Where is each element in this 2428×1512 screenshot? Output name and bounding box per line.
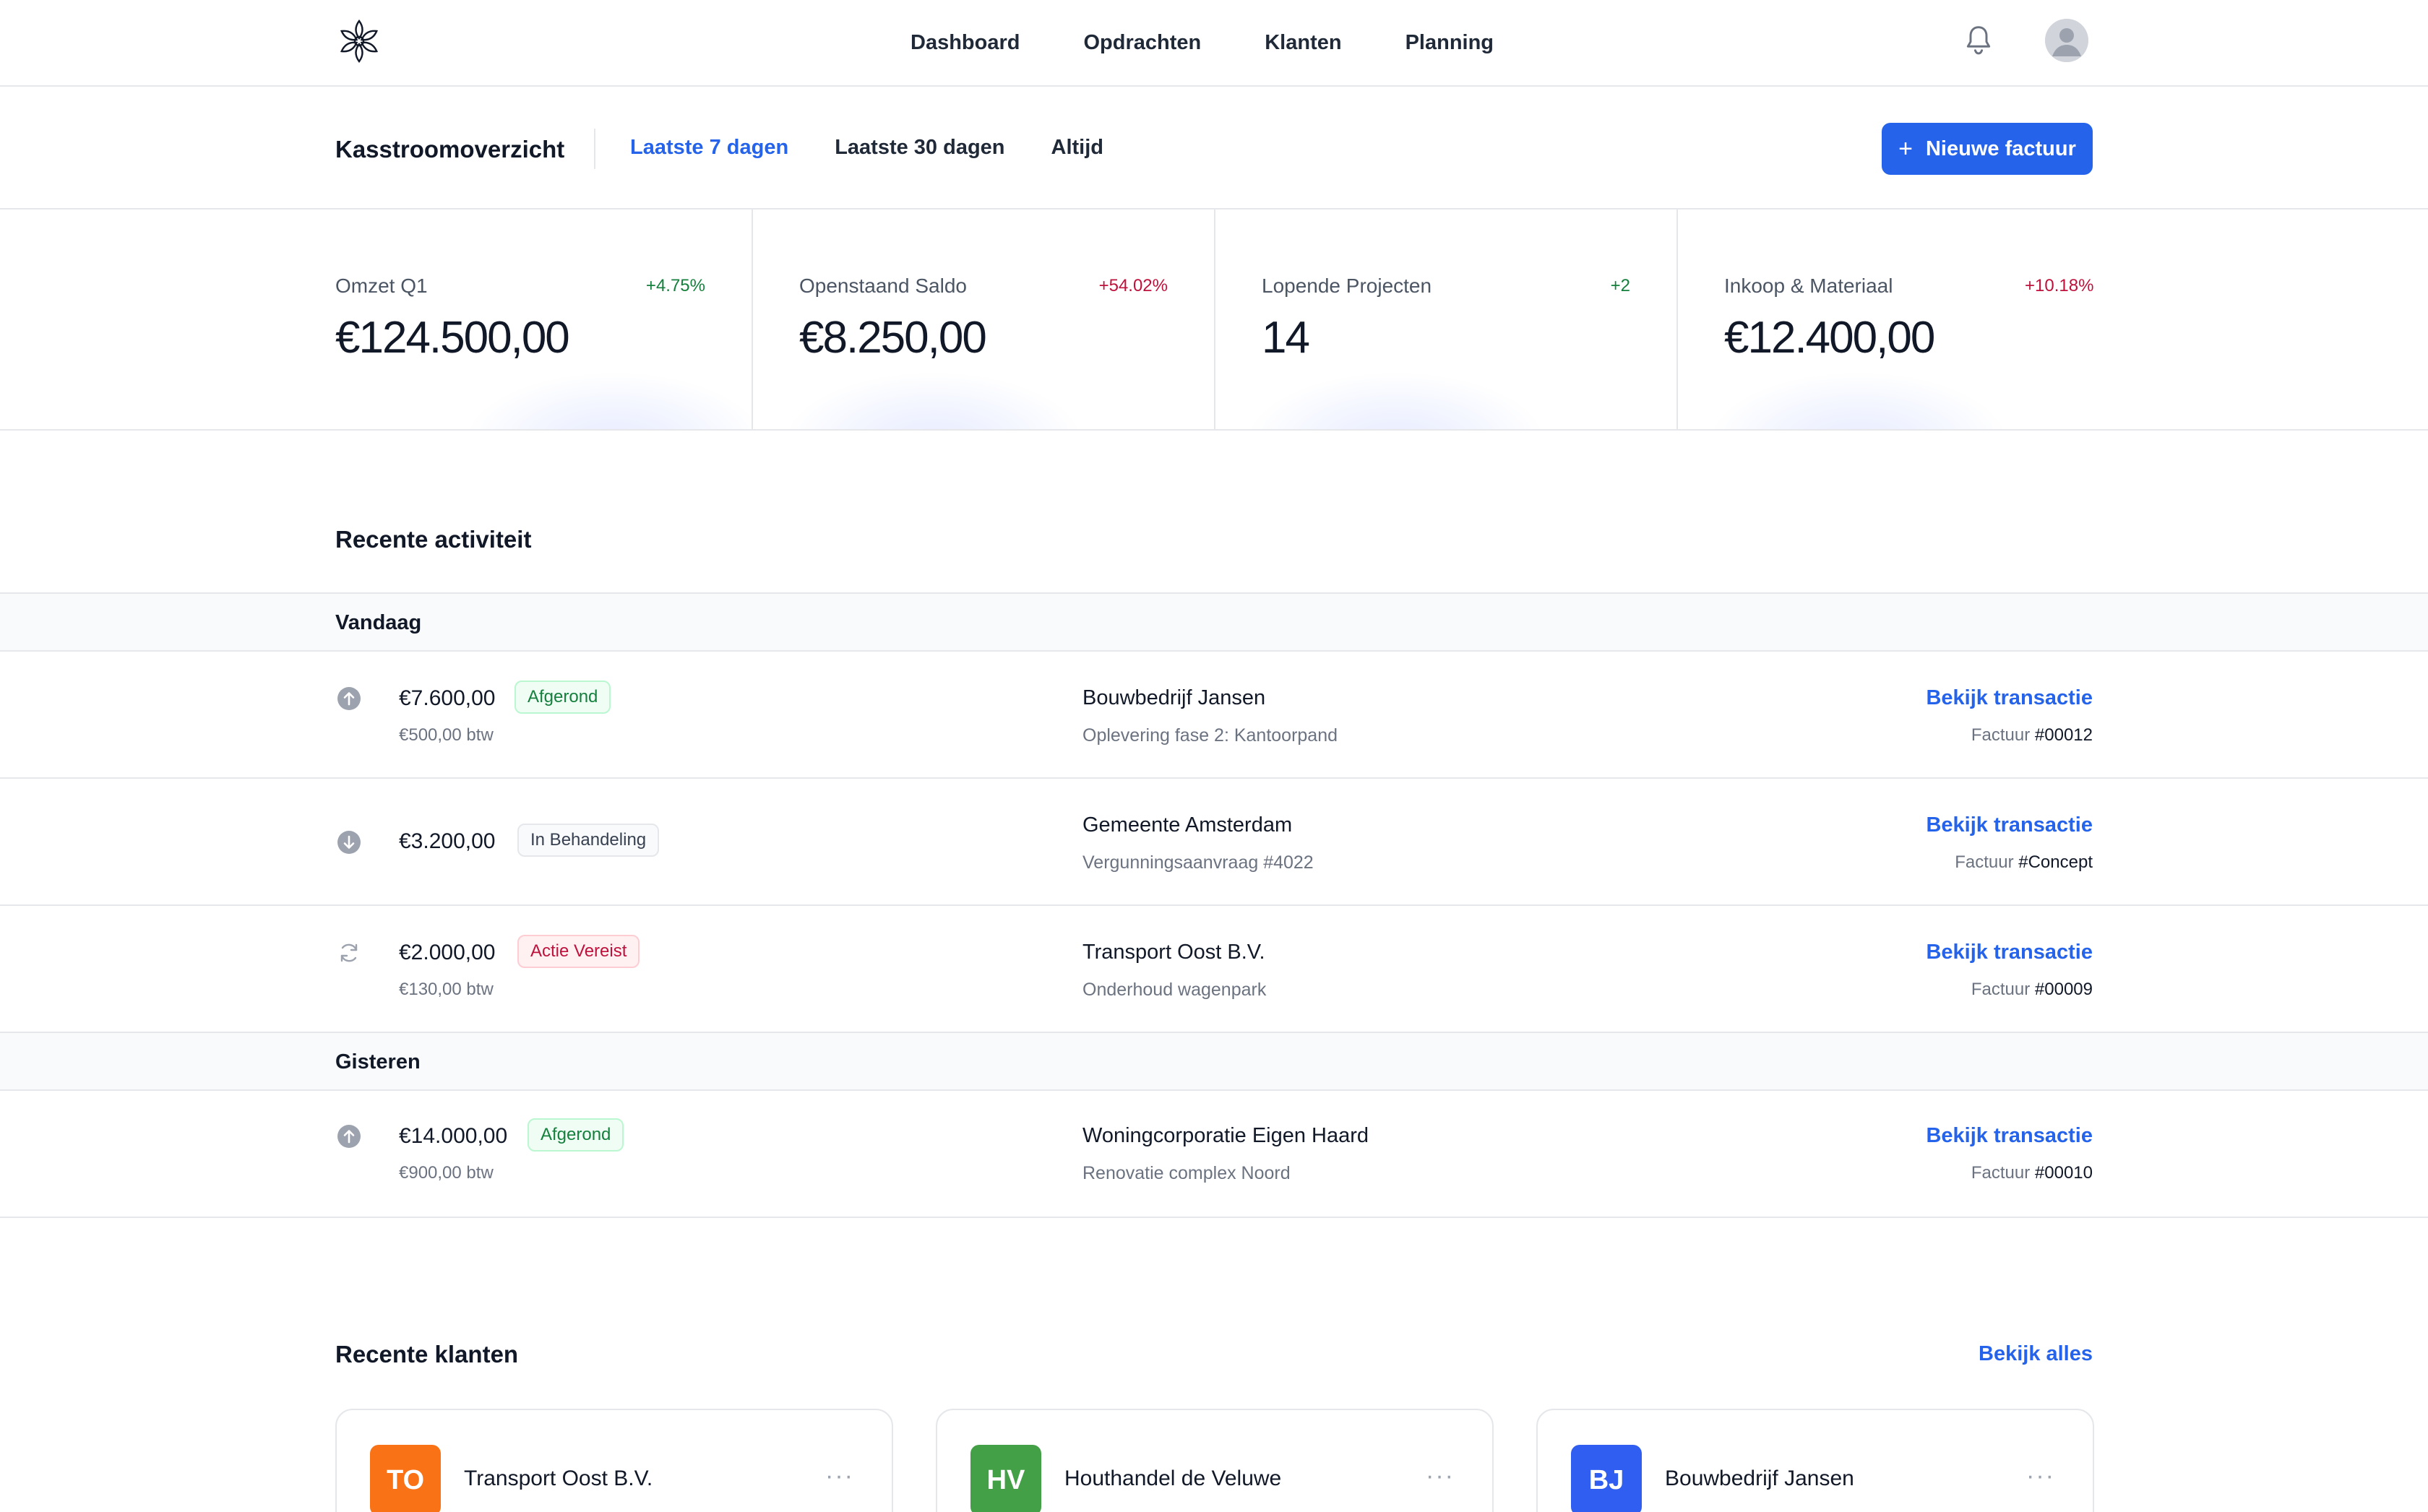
stat-value: €12.400,00 [1724, 313, 1935, 363]
refresh-icon [340, 943, 358, 962]
period-tabs: Laatste 7 dagen Laatste 30 dagen Altijd [630, 136, 1103, 160]
header-divider [594, 129, 595, 169]
status-badge: Afgerond [515, 681, 611, 714]
stat-value: 14 [1262, 313, 1310, 363]
txn-invoice: Factuur #00012 [1971, 725, 2093, 746]
table-row: €14.000,00 Afgerond €900,00 btw Woningco… [0, 1091, 2428, 1218]
client-name: Transport Oost B.V. [464, 1466, 653, 1490]
user-icon [2045, 19, 2088, 62]
stat-card-revenue: Omzet Q1 +4.75% €124.500,00 [0, 209, 752, 429]
status-badge: In Behandeling [517, 824, 660, 857]
invoice-number: #00012 [2034, 725, 2093, 745]
nav-link-klanten[interactable]: Klanten [1265, 31, 1341, 55]
txn-client: Woningcorporatie Eigen Haard [1082, 1124, 1369, 1147]
nav-link-dashboard[interactable]: Dashboard [910, 31, 1020, 55]
plus-icon: + [1898, 135, 1913, 163]
txn-invoice: Factuur #00009 [1971, 980, 2093, 1000]
stat-change: +4.75% [645, 276, 705, 295]
txn-amount: €7.600,00 [399, 686, 496, 710]
client-avatar: HV [970, 1445, 1041, 1512]
stat-label: Lopende Projecten [1262, 275, 1432, 297]
txn-amount: €2.000,00 [399, 941, 496, 964]
arrow-up-circle-icon [337, 687, 361, 710]
client-card[interactable]: HV Houthandel de Veluwe ··· [936, 1409, 1494, 1512]
txn-tax: €900,00 btw [399, 1163, 494, 1183]
main-nav: Dashboard Opdrachten Klanten Planning [910, 0, 1494, 85]
arrow-up-circle-icon [337, 1125, 361, 1148]
logo-icon[interactable] [334, 16, 384, 66]
client-card[interactable]: TO Transport Oost B.V. ··· [335, 1409, 893, 1512]
client-avatar: BJ [1571, 1445, 1642, 1512]
invoice-number: #Concept [2018, 852, 2093, 872]
tab-last-30-days[interactable]: Laatste 30 dagen [835, 136, 1004, 160]
table-row: €7.600,00 Afgerond €500,00 btw Bouwbedri… [0, 652, 2428, 779]
day-header-today: Vandaag [0, 592, 2428, 652]
stat-card-projects: Lopende Projecten +2 14 [1214, 209, 1676, 429]
view-transaction-link[interactable]: Bekijk transactie [1926, 941, 2093, 964]
txn-description: Renovatie complex Noord [1082, 1163, 1291, 1183]
stat-label: Omzet Q1 [335, 275, 428, 297]
client-avatar: TO [370, 1445, 441, 1512]
tab-all-time[interactable]: Altijd [1051, 136, 1104, 160]
client-name: Bouwbedrijf Jansen [1665, 1466, 1854, 1490]
nav-link-opdrachten[interactable]: Opdrachten [1083, 31, 1201, 55]
txn-client: Bouwbedrijf Jansen [1082, 686, 1266, 709]
bell-icon[interactable] [1963, 23, 1994, 58]
invoice-prefix: Factuur [1971, 725, 2031, 745]
table-row: €3.200,00 In Behandeling Gemeente Amster… [0, 779, 2428, 906]
txn-amount: €3.200,00 [399, 829, 496, 853]
more-options-icon[interactable]: ··· [825, 1462, 854, 1490]
txn-client: Gemeente Amsterdam [1082, 813, 1293, 837]
tab-last-7-days[interactable]: Laatste 7 dagen [630, 136, 788, 160]
stat-change: +54.02% [1098, 276, 1168, 295]
more-options-icon[interactable]: ··· [1426, 1462, 1455, 1490]
stat-value: €124.500,00 [335, 313, 570, 363]
top-navigation: Dashboard Opdrachten Klanten Planning [0, 0, 2428, 87]
txn-description: Vergunningsaanvraag #4022 [1082, 852, 1314, 873]
stats-row: Omzet Q1 +4.75% €124.500,00 Openstaand S… [0, 209, 2428, 431]
stat-change: +2 [1610, 276, 1630, 295]
view-transaction-link[interactable]: Bekijk transactie [1926, 813, 2093, 837]
client-name: Houthandel de Veluwe [1064, 1466, 1282, 1490]
client-card[interactable]: BJ Bouwbedrijf Jansen ··· [1536, 1409, 2094, 1512]
table-row: €2.000,00 Actie Vereist €130,00 btw Tran… [0, 906, 2428, 1033]
nav-link-planning[interactable]: Planning [1405, 31, 1494, 55]
invoice-prefix: Factuur [1955, 852, 2014, 872]
recent-clients-title: Recente klanten [335, 1341, 519, 1368]
stat-card-purchasing: Inkoop & Materiaal +10.18% €12.400,00 [1676, 209, 2428, 429]
stat-label: Openstaand Saldo [799, 275, 967, 297]
recent-activity-title: Recente activiteit [335, 526, 532, 553]
arrow-down-circle-icon [337, 831, 361, 854]
txn-amount: €14.000,00 [399, 1124, 508, 1148]
txn-tax: €500,00 btw [399, 725, 494, 745]
status-badge: Actie Vereist [517, 935, 640, 968]
txn-invoice: Factuur #Concept [1955, 852, 2093, 873]
new-invoice-label: Nieuwe factuur [1925, 137, 2076, 160]
txn-description: Onderhoud wagenpark [1082, 980, 1267, 1000]
invoice-prefix: Factuur [1971, 1163, 2031, 1183]
day-label: Vandaag [335, 611, 422, 634]
invoice-number: #00010 [2034, 1163, 2093, 1183]
stat-card-outstanding: Openstaand Saldo +54.02% €8.250,00 [752, 209, 1214, 429]
stat-label: Inkoop & Materiaal [1724, 275, 1893, 297]
day-header-yesterday: Gisteren [0, 1032, 2428, 1091]
view-transaction-link[interactable]: Bekijk transactie [1926, 1124, 2093, 1148]
stat-change: +10.18% [2025, 276, 2094, 295]
txn-client: Transport Oost B.V. [1082, 941, 1265, 964]
status-badge: Afgerond [528, 1118, 624, 1152]
user-avatar[interactable] [2045, 19, 2088, 62]
page-title: Kasstroomoverzicht [335, 136, 565, 163]
invoice-number: #00009 [2034, 980, 2093, 999]
invoice-prefix: Factuur [1971, 980, 2031, 999]
view-transaction-link[interactable]: Bekijk transactie [1926, 686, 2093, 710]
txn-invoice: Factuur #00010 [1971, 1163, 2093, 1183]
new-invoice-button[interactable]: + Nieuwe factuur [1882, 123, 2093, 175]
see-all-link[interactable]: Bekijk alles [1979, 1342, 2093, 1366]
stat-value: €8.250,00 [799, 313, 987, 363]
day-label: Gisteren [335, 1050, 421, 1073]
page-header: Kasstroomoverzicht Laatste 7 dagen Laats… [0, 87, 2428, 209]
txn-tax: €130,00 btw [399, 980, 494, 999]
more-options-icon[interactable]: ··· [2026, 1462, 2055, 1490]
txn-description: Oplevering fase 2: Kantoorpand [1082, 725, 1338, 746]
